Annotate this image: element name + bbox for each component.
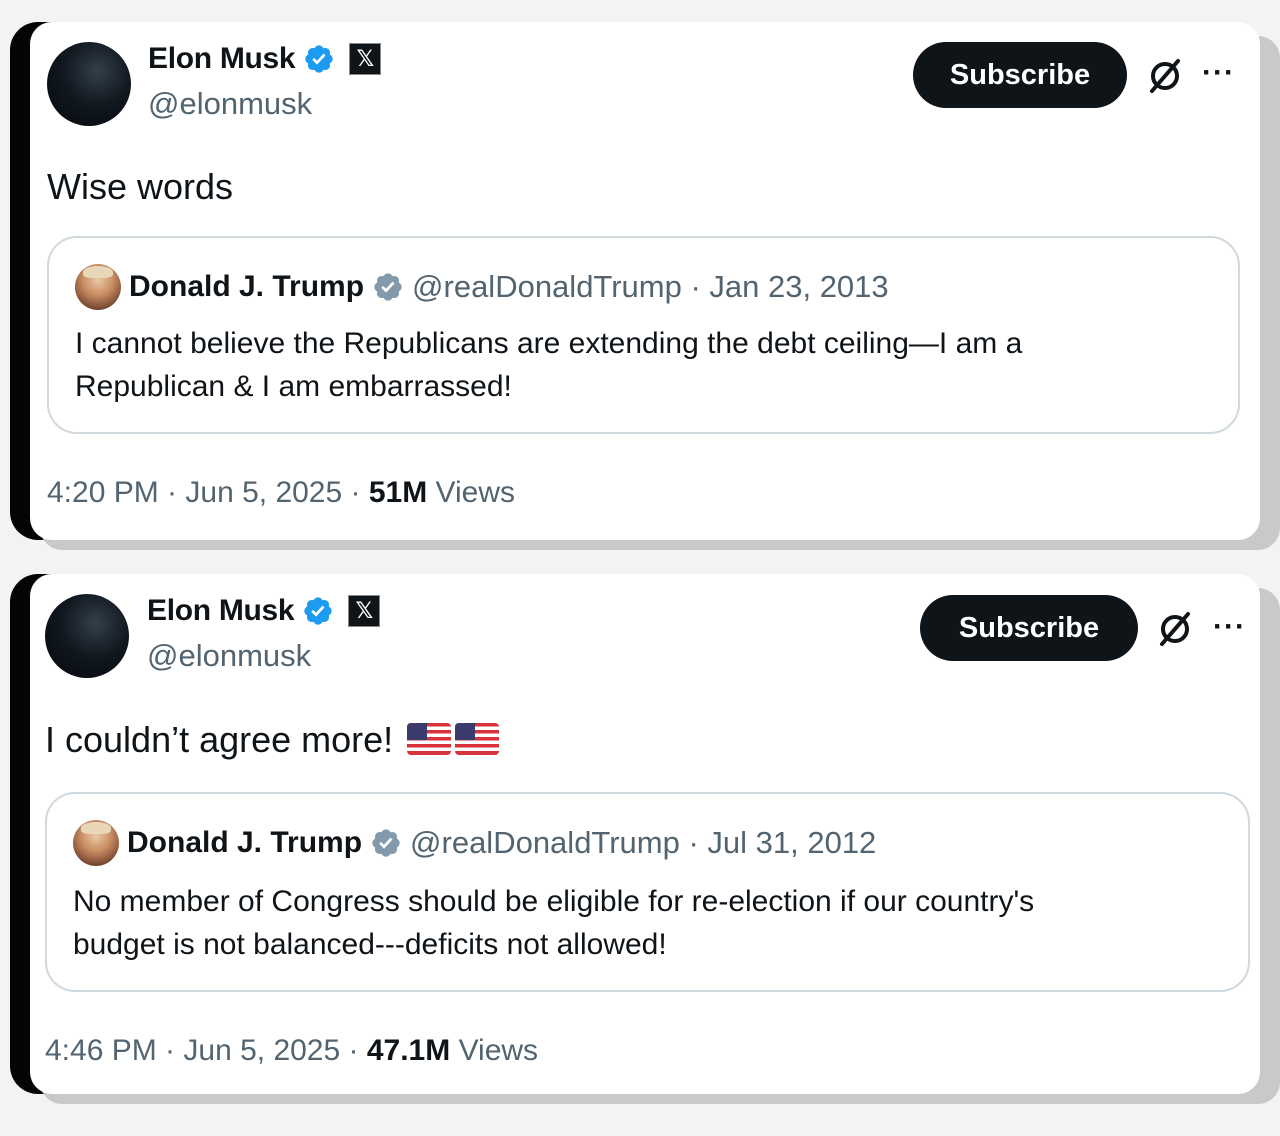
post-meta: 4:46 PM · Jun 5, 2025 · 47.1M Views (45, 1034, 538, 1068)
post-card: Elon Musk 𝕏 @elonmusk Subscribe ··· I co… (10, 574, 1280, 1104)
avatar[interactable] (45, 594, 129, 678)
x-affiliate-logo-icon[interactable]: 𝕏 (348, 595, 381, 627)
post-text: I couldn’t agree more! (45, 719, 394, 760)
quote-text-line: No member of Congress should be eligible… (73, 885, 1035, 918)
grok-icon[interactable] (1154, 608, 1196, 650)
views-count: 47.1M (366, 1034, 451, 1067)
subscribe-button[interactable]: Subscribe (920, 595, 1138, 661)
quote-text: No member of Congress should be eligible… (73, 880, 1034, 966)
views-label: Views (427, 476, 516, 509)
quote-avatar[interactable] (75, 264, 121, 310)
author-name[interactable]: Elon Musk (147, 594, 295, 628)
quote-author-name[interactable]: Donald J. Trump (127, 826, 362, 860)
post[interactable]: Elon Musk 𝕏 @elonmusk Subscribe ··· I co… (30, 574, 1260, 1094)
more-options-icon[interactable]: ··· (1213, 610, 1246, 644)
views-label: Views (450, 1034, 539, 1067)
avatar[interactable] (47, 42, 131, 126)
post-meta: 4:20 PM · Jun 5, 2025 · 51M Views (47, 476, 515, 510)
quote-handle-date[interactable]: @realDonaldTrump · Jul 31, 2012 (410, 825, 876, 861)
views-count: 51M (368, 476, 428, 509)
post[interactable]: Elon Musk 𝕏 @elonmusk Subscribe ··· Wise… (30, 22, 1260, 540)
post-timestamp[interactable]: 4:20 PM · Jun 5, 2025 · (47, 476, 369, 509)
verified-gray-badge-icon[interactable] (370, 827, 402, 859)
quote-avatar[interactable] (73, 820, 119, 866)
author-handle[interactable]: @elonmusk (147, 638, 311, 674)
author-name[interactable]: Elon Musk (148, 42, 296, 76)
post-text-row: I couldn’t agree more! (45, 719, 500, 761)
us-flag-icon (455, 723, 500, 755)
quote-text: I cannot believe the Republicans are ext… (75, 322, 1022, 408)
post-text: Wise words (47, 166, 234, 207)
x-affiliate-logo-icon[interactable]: 𝕏 (349, 43, 382, 75)
post-timestamp[interactable]: 4:46 PM · Jun 5, 2025 · (45, 1034, 367, 1067)
grok-icon[interactable] (1144, 55, 1186, 97)
verified-badge-icon[interactable] (303, 43, 335, 75)
quote-header: Donald J. Trump @realDonaldTrump · Jan 2… (75, 264, 889, 310)
quote-author-name[interactable]: Donald J. Trump (129, 270, 364, 304)
quote-handle-date[interactable]: @realDonaldTrump · Jan 23, 2013 (412, 269, 889, 305)
subscribe-button[interactable]: Subscribe (913, 42, 1127, 108)
more-options-icon[interactable]: ··· (1202, 56, 1235, 90)
quoted-post[interactable]: Donald J. Trump @realDonaldTrump · Jan 2… (47, 236, 1240, 434)
author-row: Elon Musk 𝕏 (148, 42, 382, 76)
verified-badge-icon[interactable] (302, 595, 334, 627)
author-handle[interactable]: @elonmusk (148, 86, 312, 122)
author-row: Elon Musk 𝕏 (147, 594, 381, 628)
quote-text-line: Republican & I am embarrassed! (75, 370, 512, 403)
verified-gray-badge-icon[interactable] (372, 271, 404, 303)
quote-text-line: I cannot believe the Republicans are ext… (75, 327, 1023, 360)
quoted-post[interactable]: Donald J. Trump @realDonaldTrump · Jul 3… (45, 792, 1250, 992)
post-card: Elon Musk 𝕏 @elonmusk Subscribe ··· Wise… (10, 22, 1280, 550)
quote-text-line: budget is not balanced---deficits not al… (73, 928, 667, 961)
us-flag-icon (407, 723, 452, 755)
quote-header: Donald J. Trump @realDonaldTrump · Jul 3… (73, 820, 876, 866)
